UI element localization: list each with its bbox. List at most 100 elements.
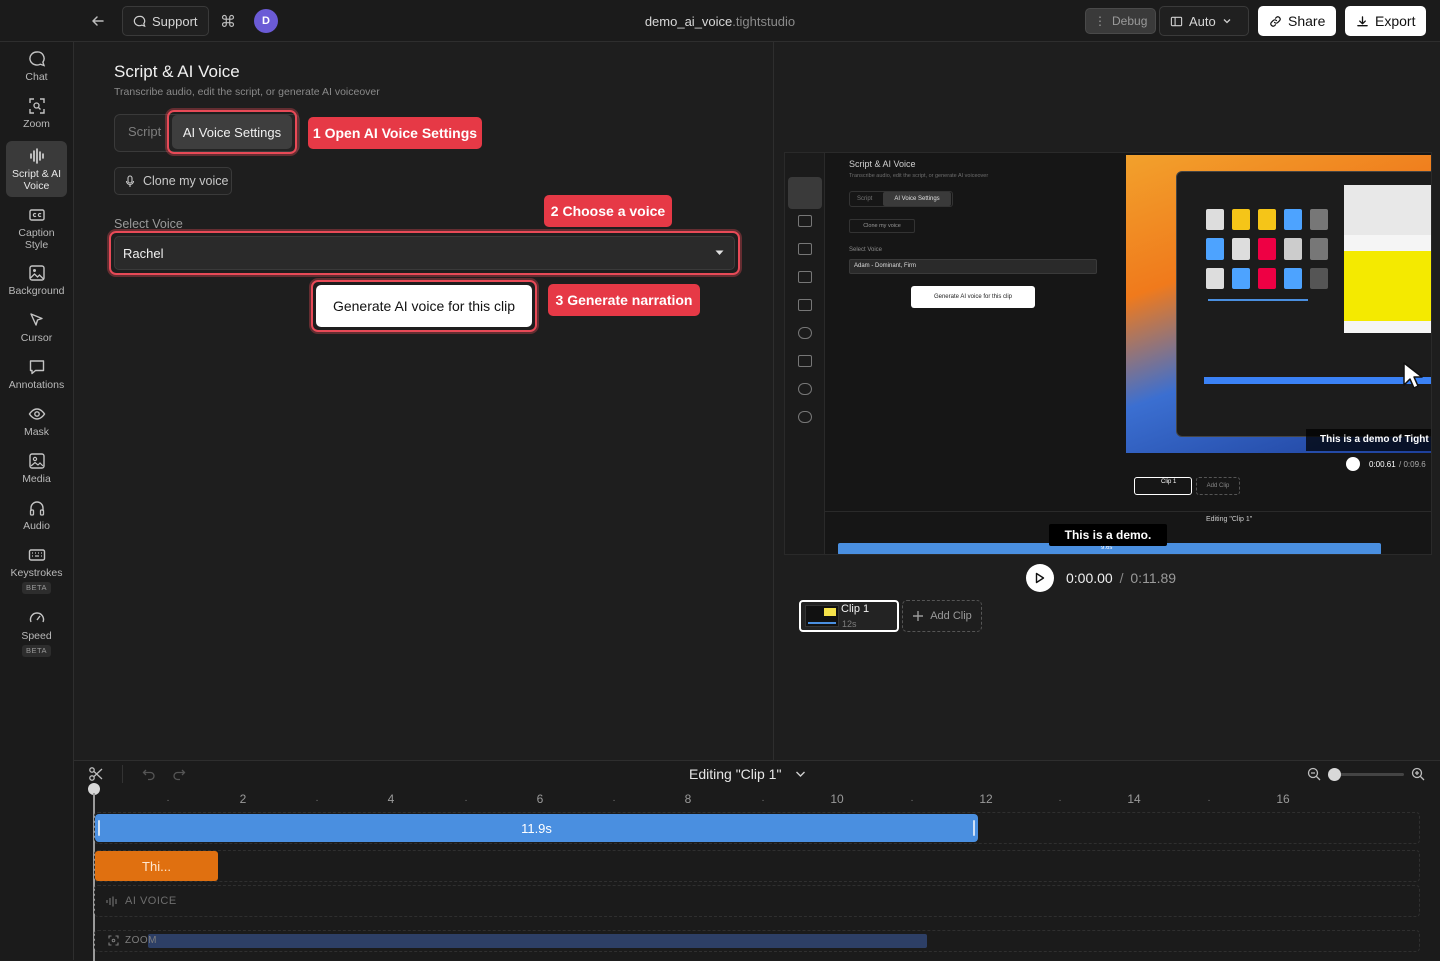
share-button[interactable]: Share bbox=[1258, 6, 1337, 36]
ruler-minor-tick: · bbox=[761, 795, 765, 806]
support-label: Support bbox=[152, 13, 198, 29]
selected-voice-value: Rachel bbox=[123, 245, 164, 261]
file-name: demo_ai_voice bbox=[644, 14, 733, 29]
caret-down-icon bbox=[715, 250, 724, 256]
sidebar-item-label: Chat bbox=[25, 71, 48, 83]
ruler-minor-tick: · bbox=[1058, 795, 1062, 806]
sidebar-item-label: Cursor bbox=[20, 332, 53, 344]
top-bar: Support ⌘ D demo_ai_voice.tightstudio ⋮ … bbox=[0, 0, 1440, 42]
ruler-tick: 10 bbox=[830, 792, 844, 806]
preview-mini-icons bbox=[798, 215, 812, 439]
preview-mini-tab-script: Script bbox=[857, 196, 873, 202]
video-clip-duration: 11.9s bbox=[521, 820, 552, 836]
ruler-tick: 12 bbox=[979, 792, 993, 806]
preview-mini-caption-text: This is a demo of Tight bbox=[1320, 434, 1429, 445]
sidebar-item-label: Zoom bbox=[23, 118, 50, 130]
sidebar-item-annotations[interactable]: Annotations bbox=[6, 358, 67, 398]
sidebar-item-script-ai-voice[interactable]: Script & AI Voice bbox=[6, 141, 67, 197]
kebab-icon: ⋮ bbox=[1094, 14, 1106, 28]
caption-clip-bar[interactable]: Thi... bbox=[95, 851, 218, 881]
clip-name: Clip 1 bbox=[841, 603, 870, 615]
sidebar-item-speed[interactable]: Speed BETA bbox=[6, 609, 67, 661]
sidebar-item-label: Background bbox=[8, 285, 65, 297]
chevron-down-icon bbox=[1222, 16, 1232, 26]
video-preview[interactable]: Script & AI Voice Transcribe audio, edit… bbox=[784, 152, 1432, 555]
sidebar-item-chat[interactable]: Chat bbox=[6, 50, 67, 90]
add-clip-button[interactable]: Add Clip bbox=[902, 600, 982, 632]
play-button[interactable] bbox=[1026, 564, 1054, 592]
sidebar-item-background[interactable]: Background bbox=[6, 264, 67, 304]
sidebar-item-label: Script & AI Voice bbox=[11, 168, 62, 192]
debug-label: Debug bbox=[1112, 14, 1148, 28]
preview-mini-caption: This is a demo of Tight bbox=[1306, 429, 1431, 451]
ruler-tick: 2 bbox=[239, 792, 247, 806]
file-extension: .tightstudio bbox=[732, 14, 796, 29]
sidebar-item-label: Speed bbox=[21, 630, 52, 642]
sidebar-item-audio[interactable]: Audio bbox=[6, 499, 67, 539]
sidebar-item-caption-style[interactable]: Caption Style bbox=[6, 206, 67, 254]
play-icon bbox=[1035, 572, 1045, 584]
ruler-minor-tick: · bbox=[612, 795, 616, 806]
sidebar-item-mask[interactable]: Mask bbox=[6, 405, 67, 445]
preview-mini-select-label: Select Voice bbox=[849, 247, 883, 253]
plus-icon bbox=[912, 610, 924, 622]
sidebar-item-cursor[interactable]: Cursor bbox=[6, 311, 67, 351]
waveform-icon bbox=[106, 896, 119, 907]
sidebar: Chat Zoom Script & AI Voice Caption Styl… bbox=[0, 42, 74, 960]
annotation-icon bbox=[28, 358, 46, 379]
clone-voice-button[interactable]: Clone my voice bbox=[114, 167, 232, 195]
preview-mini-clip: Clip 1 bbox=[1134, 477, 1192, 495]
sidebar-item-label: Media bbox=[22, 473, 51, 485]
preview-mini-time: 0:00.61 bbox=[1369, 460, 1396, 469]
preview-mini-pointer bbox=[1402, 361, 1424, 391]
export-label: Export bbox=[1375, 13, 1416, 29]
preview-mini-title: Script & AI Voice bbox=[849, 159, 916, 169]
sidebar-item-label: Audio bbox=[23, 520, 50, 532]
auto-layout-dropdown[interactable]: Auto bbox=[1159, 6, 1249, 36]
caption-icon bbox=[28, 206, 46, 227]
preview-mini-subtitle: Transcribe audio, edit the script, or ge… bbox=[849, 173, 989, 179]
sidebar-item-label: Mask bbox=[23, 426, 50, 438]
chat-bubble-icon bbox=[133, 15, 146, 28]
preview-mini-editing: Editing "Clip 1" bbox=[1206, 516, 1253, 523]
ruler-tick: 8 bbox=[684, 792, 692, 806]
export-button[interactable]: Export bbox=[1345, 6, 1427, 36]
clip-duration: 12s bbox=[842, 619, 857, 629]
preview-mini-voice: Adam - Dominant, Firm bbox=[854, 263, 917, 269]
command-icon[interactable]: ⌘ bbox=[220, 12, 236, 32]
sidebar-item-zoom[interactable]: Zoom bbox=[6, 97, 67, 137]
zoom-track-label: ZOOM bbox=[108, 935, 157, 946]
back-arrow-icon[interactable] bbox=[90, 13, 106, 29]
tab-ai-voice-settings[interactable]: AI Voice Settings bbox=[172, 115, 292, 149]
preview-mini-generate: Generate AI voice for this clip bbox=[911, 286, 1035, 308]
caption-clip-label: Thi... bbox=[142, 858, 171, 874]
share-label: Share bbox=[1288, 13, 1326, 29]
clip-chip[interactable]: Clip 1 12s bbox=[799, 600, 899, 632]
auto-label: Auto bbox=[1189, 13, 1216, 29]
keyboard-icon bbox=[28, 546, 46, 567]
sidebar-item-keystrokes[interactable]: Keystrokes BETA bbox=[6, 546, 67, 598]
ruler-minor-tick: · bbox=[315, 795, 319, 806]
preview-mini-video-frame: This is a demo of Tight bbox=[1126, 155, 1431, 453]
sidebar-item-label: Caption Style bbox=[18, 227, 55, 251]
avatar[interactable]: D bbox=[254, 9, 278, 33]
tab-script[interactable]: Script bbox=[128, 124, 161, 139]
waveform-icon bbox=[28, 147, 46, 168]
zoom-region-bar[interactable] bbox=[148, 934, 927, 948]
layout-icon bbox=[1170, 15, 1183, 28]
callout-step-2: 2 Choose a voice bbox=[544, 195, 672, 227]
ai-voice-track-label: AI VOICE bbox=[106, 895, 177, 907]
script-ai-voice-panel: Script & AI Voice Transcribe audio, edit… bbox=[74, 42, 774, 760]
callout-step-1: 1 Open AI Voice Settings bbox=[308, 117, 482, 149]
preview-mini-table-rows bbox=[1344, 251, 1431, 321]
sidebar-item-media[interactable]: Media bbox=[6, 452, 67, 492]
file-title: demo_ai_voice.tightstudio bbox=[620, 14, 820, 29]
ruler-tick: 14 bbox=[1127, 792, 1141, 806]
support-button[interactable]: Support bbox=[122, 6, 209, 36]
link-icon bbox=[1269, 15, 1282, 28]
debug-button[interactable]: ⋮ Debug bbox=[1085, 8, 1157, 34]
generate-ai-voice-button[interactable]: Generate AI voice for this clip bbox=[316, 285, 532, 327]
ruler-minor-tick: · bbox=[166, 795, 170, 806]
video-clip-bar[interactable]: 11.9s bbox=[95, 814, 978, 842]
voice-select-dropdown[interactable]: Rachel bbox=[114, 236, 735, 270]
